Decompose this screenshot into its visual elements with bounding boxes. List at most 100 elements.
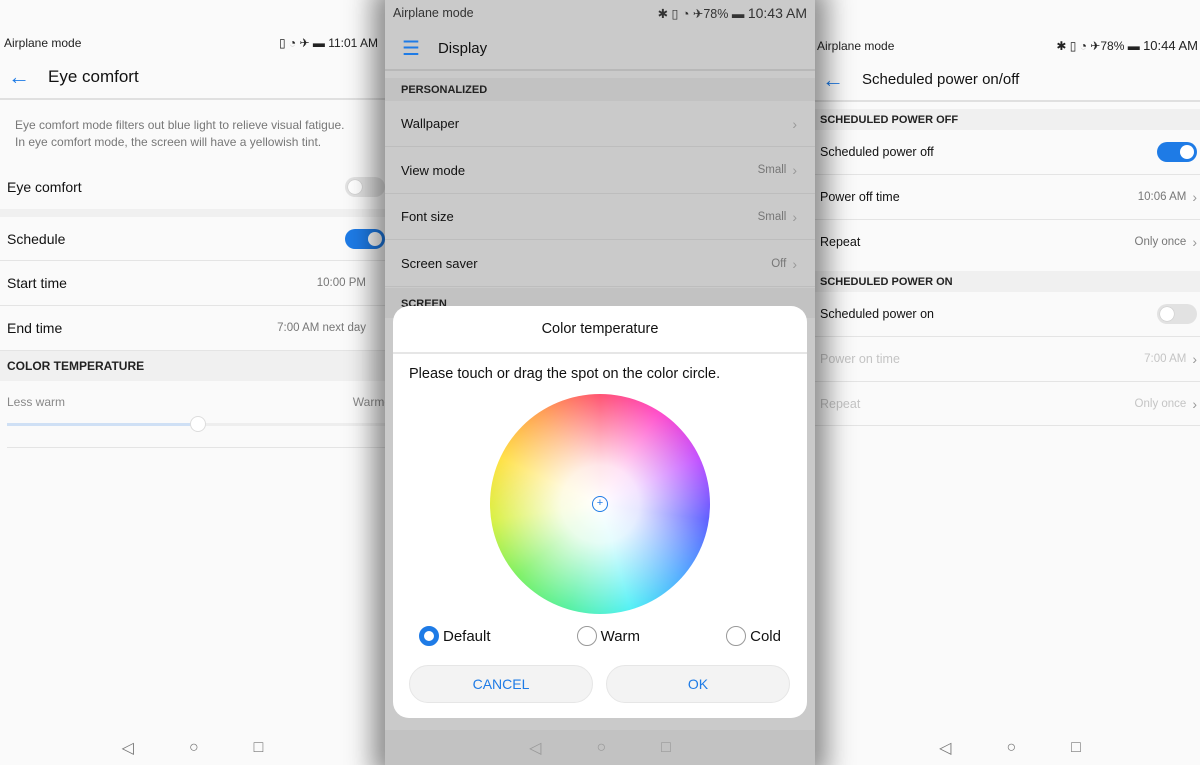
section-header: COLOR TEMPERATURE [0, 351, 400, 381]
schedule-toggle[interactable] [345, 228, 385, 249]
battery-level: 78% [1100, 39, 1125, 53]
chevron-right-icon: › [792, 208, 797, 225]
display-row[interactable]: Font size Small › [385, 194, 815, 241]
power-on-label: Scheduled power on [820, 307, 934, 321]
back-nav-icon[interactable]: ◁ [939, 738, 951, 758]
status-bar: Airplane mode ▯ ◔ ✈ ▬ 11:01 AM [4, 36, 378, 50]
dialog-title: Color temperature [393, 306, 807, 354]
power-off-time-label: Power off time [820, 190, 900, 204]
row-label: Font size [401, 209, 454, 225]
repeat-value: Only once [1134, 397, 1187, 410]
color-spot-handle[interactable]: + [592, 496, 608, 512]
back-nav-icon[interactable]: ◁ [122, 738, 134, 758]
start-time-row[interactable]: Start time 10:00 PM [0, 261, 400, 306]
end-time-row[interactable]: End time 7:00 AM next day [0, 306, 400, 351]
power-off-time-row[interactable]: Power off time 10:06 AM › [800, 175, 1200, 220]
schedule-label: Schedule [7, 230, 66, 247]
eye-comfort-toggle[interactable] [345, 176, 385, 197]
page-title: Display [437, 40, 488, 57]
end-time-value: 7:00 AM next day [277, 322, 366, 334]
color-temperature-slider[interactable] [7, 416, 389, 432]
power-off-row[interactable]: Scheduled power off [800, 130, 1200, 175]
display-row[interactable]: View mode Small › [385, 147, 815, 194]
radio-default[interactable]: Default [419, 626, 491, 646]
radio-label: Warm [600, 627, 641, 645]
scheduled-power-screen: Airplane mode ✱ ▯ ◔ ✈78% ▬ 10:44 AM ← Sc… [800, 0, 1200, 765]
clock: 10:44 AM [1143, 38, 1198, 53]
power-on-row[interactable]: Scheduled power on [800, 292, 1200, 337]
battery-level: 78% [703, 7, 729, 21]
back-nav-icon[interactable]: ◁ [529, 738, 541, 758]
display-row[interactable]: Screen saver Off › [385, 241, 815, 288]
power-off-toggle[interactable] [1157, 142, 1197, 162]
repeat-label: Repeat [820, 235, 861, 249]
chevron-right-icon: › [1192, 351, 1197, 367]
power-on-time-row: Power on time 7:00 AM › [800, 337, 1200, 382]
repeat-label: Repeat [820, 396, 861, 411]
chevron-right-icon: › [792, 115, 797, 132]
home-nav-icon[interactable]: ○ [1006, 739, 1016, 757]
power-off-label: Scheduled power off [820, 145, 934, 159]
start-time-value: 10:00 PM [316, 277, 366, 289]
back-arrow-icon[interactable]: ← [822, 67, 844, 93]
carrier-text: Airplane mode [4, 36, 82, 50]
carrier-text: Airplane mode [393, 6, 474, 20]
repeat-value: Only once [1134, 236, 1187, 248]
section-header: PERSONALIZED [385, 78, 815, 101]
row-value: Small [757, 210, 787, 223]
start-time-label: Start time [7, 275, 67, 291]
page-title: Scheduled power on/off [862, 71, 1020, 88]
schedule-row[interactable]: Schedule [0, 217, 400, 261]
clock: 11:01 AM [328, 36, 378, 50]
slider-thumb[interactable] [190, 416, 206, 432]
chevron-right-icon: › [1192, 189, 1197, 205]
section-header: SCHEDULED POWER OFF [800, 109, 1200, 130]
description-line: In eye comfort mode, the screen will hav… [15, 135, 322, 149]
color-temperature-dialog: Color temperature Please touch or drag t… [393, 306, 807, 718]
repeat-on-row: Repeat Only once › [800, 382, 1200, 426]
cancel-button[interactable]: CANCEL [409, 665, 593, 703]
power-off-time-value: 10:06 AM [1137, 191, 1187, 203]
eye-comfort-row[interactable]: Eye comfort [0, 164, 400, 209]
repeat-off-row[interactable]: Repeat Only once › [800, 220, 1200, 264]
preset-radio-group: Default Warm Cold [419, 626, 781, 646]
chevron-right-icon: › [1192, 234, 1197, 250]
menu-icon[interactable]: ☰ [402, 36, 420, 61]
recents-nav-icon[interactable]: □ [661, 739, 671, 757]
dialog-instruction: Please touch or drag the spot on the col… [409, 366, 721, 382]
row-value: Off [771, 257, 787, 270]
power-on-time-label: Power on time [820, 352, 900, 366]
ok-button[interactable]: OK [606, 665, 790, 703]
recents-nav-icon[interactable]: □ [254, 739, 264, 757]
status-bar: Airplane mode ✱ ▯ ◔ ✈78% ▬ 10:43 AM [393, 5, 807, 21]
chevron-right-icon: › [792, 162, 797, 179]
row-value: Small [757, 164, 787, 177]
radio-warm[interactable]: Warm [576, 626, 641, 646]
color-wheel[interactable]: + [490, 394, 710, 614]
chevron-right-icon: › [1192, 395, 1197, 412]
page-title: Eye comfort [48, 67, 139, 86]
display-screen: Airplane mode ✱ ▯ ◔ ✈78% ▬ 10:43 AM ☰ Di… [385, 0, 815, 765]
row-label: Wallpaper [401, 116, 460, 131]
description-line: Eye comfort mode filters out blue light … [15, 118, 345, 132]
power-on-time-value: 7:00 AM [1144, 353, 1187, 365]
power-on-toggle[interactable] [1157, 304, 1197, 324]
end-time-label: End time [7, 320, 63, 336]
back-arrow-icon[interactable]: ← [8, 64, 30, 90]
home-nav-icon[interactable]: ○ [189, 739, 199, 757]
display-row[interactable]: Wallpaper › [385, 101, 815, 147]
home-nav-icon[interactable]: ○ [596, 739, 606, 757]
status-bar: Airplane mode ✱ ▯ ◔ ✈78% ▬ 10:44 AM [817, 38, 1198, 53]
section-header: SCHEDULED POWER ON [800, 271, 1200, 292]
clock: 10:43 AM [747, 5, 807, 21]
chevron-right-icon: › [792, 255, 797, 272]
slider-min-label: Less warm [7, 395, 66, 409]
recents-nav-icon[interactable]: □ [1071, 739, 1081, 757]
radio-cold[interactable]: Cold [726, 626, 781, 646]
eye-comfort-screen: Airplane mode ▯ ◔ ✈ ▬ 11:01 AM ← Eye com… [0, 0, 400, 765]
row-label: View mode [401, 162, 466, 178]
eye-comfort-label: Eye comfort [7, 178, 82, 195]
row-label: Screen saver [401, 256, 478, 272]
radio-label: Cold [750, 627, 781, 645]
radio-label: Default [443, 627, 491, 645]
